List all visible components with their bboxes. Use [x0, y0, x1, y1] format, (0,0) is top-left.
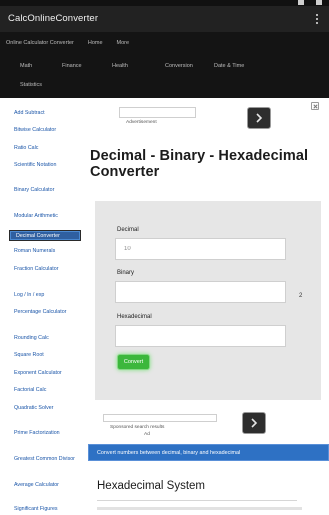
sidebar-item[interactable]: Fraction Calculator: [14, 266, 80, 273]
ad-link-2[interactable]: Sponsored search results: [110, 425, 164, 430]
info-bar: Convert numbers between decimal, binary …: [88, 444, 329, 461]
header-top-row: Online Calculator Converter Home More: [6, 40, 129, 46]
binary-base-label: 2: [299, 293, 303, 299]
category-nav: Math Finance Health Conversion Date & Ti…: [20, 63, 244, 69]
sidebar: Add Subtract Bitwise Calculator Ratio Ca…: [0, 98, 88, 515]
nav-health[interactable]: Health: [112, 63, 165, 69]
page-content: Add Subtract Bitwise Calculator Ratio Ca…: [0, 98, 329, 515]
hexadecimal-label: Hexadecimal: [117, 314, 152, 320]
sidebar-item-active[interactable]: Decimal Converter: [10, 231, 80, 240]
nav-statistics[interactable]: Statistics: [20, 82, 42, 88]
nav-conversion[interactable]: Conversion: [165, 63, 214, 69]
nav-finance[interactable]: Finance: [62, 63, 112, 69]
sidebar-item[interactable]: Square Root: [14, 352, 80, 359]
signal-icon: [298, 0, 304, 5]
chevron-right-icon: [256, 113, 263, 123]
site-header: Online Calculator Converter Home More Ma…: [0, 32, 329, 98]
ad-text-box-2[interactable]: [103, 414, 217, 422]
sidebar-item[interactable]: Quadratic Solver: [14, 405, 80, 412]
battery-icon: [316, 0, 322, 5]
sidebar-item[interactable]: Greatest Common Divisor: [14, 456, 80, 463]
chevron-right-icon: [251, 418, 258, 428]
sidebar-item[interactable]: Modular Arithmetic: [14, 213, 80, 220]
menu-home-link[interactable]: Home: [88, 40, 103, 46]
sidebar-item[interactable]: Ratio Calc: [14, 145, 80, 152]
ad-arrow-button-2[interactable]: [242, 412, 266, 434]
sidebar-item[interactable]: Binary Calculator: [14, 187, 80, 194]
binary-input[interactable]: [115, 281, 286, 303]
sidebar-item[interactable]: Significant Figures: [14, 506, 80, 513]
overflow-menu-icon[interactable]: [311, 12, 323, 26]
converter-form: Decimal Binary 2 Hexadecimal Convert: [95, 201, 321, 400]
sidebar-item[interactable]: Bitwise Calculator: [14, 127, 80, 134]
sidebar-item[interactable]: Log / ln / exp: [14, 292, 80, 299]
app-bar: CalcOnlineConverter: [0, 6, 329, 32]
sidebar-item[interactable]: Scientific Notation: [14, 162, 80, 169]
decimal-label: Decimal: [117, 227, 139, 233]
ad-text-box[interactable]: [119, 107, 196, 118]
sidebar-item-active-label: Decimal Converter: [16, 233, 60, 239]
binary-label: Binary: [117, 270, 135, 276]
sidebar-item[interactable]: Add Subtract: [14, 110, 80, 117]
decimal-input[interactable]: [115, 238, 286, 260]
ad-link[interactable]: Advertisement: [126, 120, 157, 125]
sidebar-item[interactable]: Factorial Calc: [14, 387, 80, 394]
divider: [97, 500, 297, 501]
nav-math[interactable]: Math: [20, 63, 62, 69]
sidebar-item[interactable]: Roman Numerals: [14, 248, 80, 255]
main-content: Advertisement Decimal - Binary - Hexadec…: [88, 98, 329, 515]
sidebar-item[interactable]: Percentage Calculator: [14, 309, 80, 316]
category-nav-row2: Statistics: [20, 82, 42, 88]
text-line-placeholder: [97, 507, 302, 510]
nav-date-time[interactable]: Date & Time: [214, 63, 244, 69]
site-brand-link[interactable]: Online Calculator Converter: [6, 40, 74, 46]
section-heading: Hexadecimal System: [97, 480, 206, 492]
sidebar-item[interactable]: Prime Factorization: [14, 430, 80, 437]
page-title: Decimal - Binary - Hexadecimal Converter: [90, 148, 309, 180]
menu-more-link[interactable]: More: [117, 40, 130, 46]
ad-arrow-button[interactable]: [247, 107, 271, 129]
hexadecimal-input[interactable]: [115, 325, 286, 347]
ad-link-3[interactable]: Ad: [144, 432, 150, 437]
app-title: CalcOnlineConverter: [8, 13, 99, 24]
info-bar-text: Convert numbers between decimal, binary …: [97, 450, 241, 456]
convert-button[interactable]: Convert: [117, 354, 150, 370]
sidebar-item[interactable]: Exponent Calculator: [14, 370, 80, 377]
sidebar-item[interactable]: Average Calculator: [14, 482, 80, 489]
sidebar-item[interactable]: Rounding Calc: [14, 335, 80, 342]
close-ad-icon[interactable]: [311, 102, 319, 110]
